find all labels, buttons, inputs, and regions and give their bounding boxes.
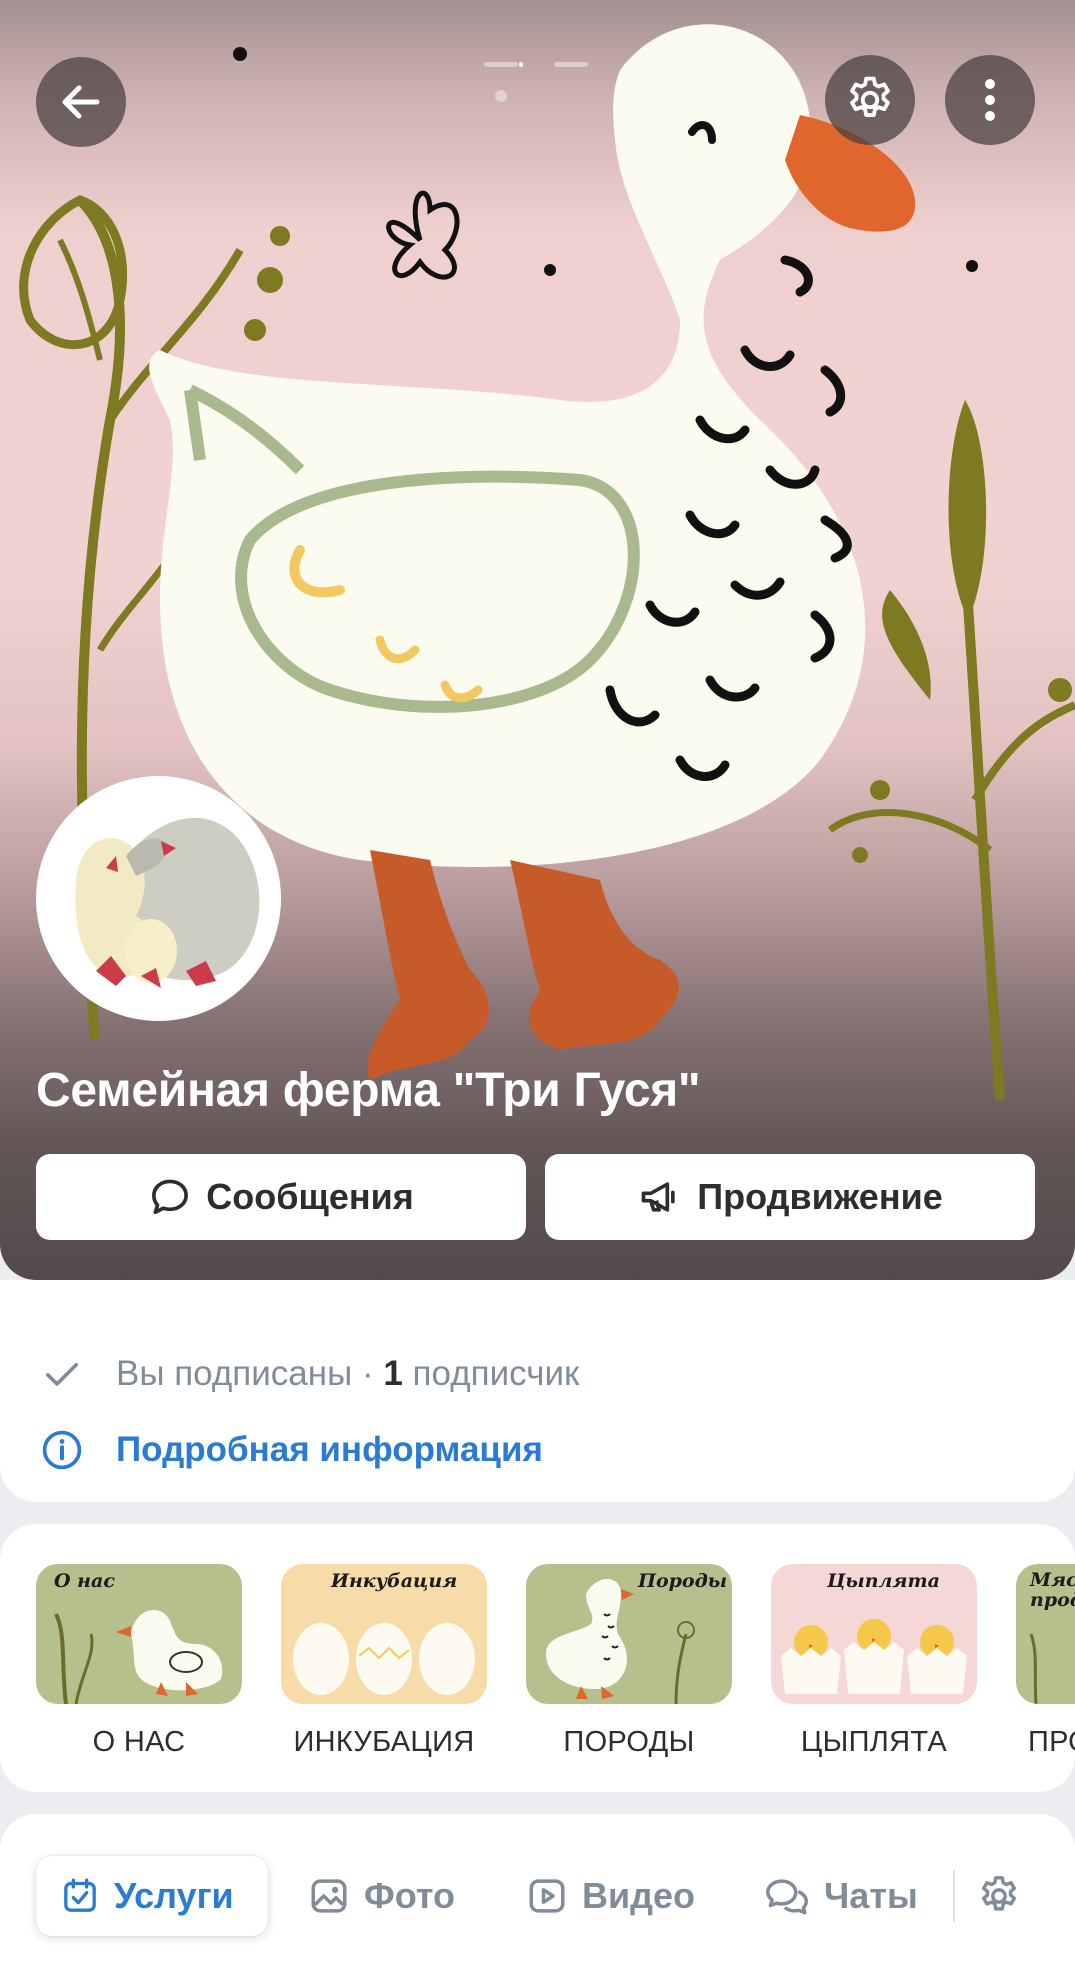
image-icon <box>311 1879 347 1913</box>
back-button[interactable] <box>36 57 126 147</box>
cover-dot <box>495 90 507 102</box>
highlight-thumb-title: Цыплята <box>827 1570 940 1592</box>
arrow-left-icon <box>62 85 100 119</box>
highlight-thumb: Цыплята <box>771 1564 977 1704</box>
community-page: Семейная ферма "Три Гуся" Сообщения Прод… <box>0 0 1075 1971</box>
chat-bubble-icon <box>152 1179 189 1215</box>
highlights-section: О нас О НАС Инкубация ИНКУБАЦИЯ Породы П… <box>0 1524 1075 1792</box>
highlight-thumb-title: Породы <box>638 1570 728 1592</box>
cover-image: Семейная ферма "Три Гуся" Сообщения Прод… <box>0 0 1075 1280</box>
highlight-thumb: Мяс прод <box>1016 1564 1075 1704</box>
highlight-thumb: Породы <box>526 1564 732 1704</box>
highlight-item[interactable]: Инкубация ИНКУБАЦИЯ <box>281 1564 487 1759</box>
info-icon <box>40 1428 84 1472</box>
tab-label: Услуги <box>114 1875 234 1916</box>
more-vertical-icon <box>985 79 995 121</box>
promote-button-label: Продвижение <box>697 1176 943 1217</box>
tab-videos[interactable]: Видео <box>526 1856 695 1936</box>
megaphone-icon <box>641 1182 675 1212</box>
highlight-caption: ПРО <box>1028 1726 1075 1758</box>
chats-icon <box>766 1879 808 1915</box>
tabs-settings-button[interactable] <box>976 1856 1022 1936</box>
highlight-caption: ПОРОДЫ <box>563 1726 695 1758</box>
settings-button[interactable] <box>825 55 915 145</box>
subscriber-count: 1 <box>383 1354 403 1393</box>
highlight-thumb: Инкубация <box>281 1564 487 1704</box>
highlight-item[interactable]: О нас О НАС <box>36 1564 242 1759</box>
subscription-status[interactable]: Вы подписаны · 1 подписчик <box>40 1352 579 1396</box>
tab-label: Видео <box>582 1875 695 1916</box>
more-button[interactable] <box>945 55 1035 145</box>
promote-button[interactable]: Продвижение <box>545 1154 1035 1240</box>
group-title: Семейная ферма "Три Гуся" <box>36 1064 701 1117</box>
gear-icon <box>850 76 890 117</box>
details-link-label: Подробная информация <box>116 1430 543 1469</box>
subscribed-text: Вы подписаны <box>116 1354 353 1393</box>
tab-label: Чаты <box>824 1875 918 1916</box>
gear-icon <box>981 1876 1017 1911</box>
details-link[interactable]: Подробная информация <box>40 1428 543 1472</box>
tabs-divider <box>953 1870 955 1922</box>
tab-photos[interactable]: Фото <box>308 1856 455 1936</box>
tab-chats[interactable]: Чаты <box>764 1856 918 1936</box>
calendar-check-icon <box>64 1878 96 1912</box>
messages-button[interactable]: Сообщения <box>36 1154 526 1240</box>
subscriber-word: подписчик <box>402 1354 580 1393</box>
content-tabs: Услуги Фото Видео Чаты <box>0 1814 1075 1971</box>
check-icon <box>40 1352 84 1396</box>
separator: · <box>352 1354 384 1393</box>
play-icon <box>529 1879 565 1913</box>
messages-button-label: Сообщения <box>206 1176 414 1217</box>
tab-services[interactable]: Услуги <box>36 1856 268 1936</box>
highlight-thumb-title: Инкубация <box>331 1570 458 1592</box>
group-avatar[interactable] <box>36 776 281 1021</box>
highlight-caption: ЦЫПЛЯТА <box>800 1726 948 1758</box>
highlight-caption: ИНКУБАЦИЯ <box>293 1726 475 1758</box>
highlight-thumb-title: Мяс прод <box>1030 1569 1075 1611</box>
highlight-caption: О НАС <box>92 1726 186 1758</box>
info-section: Вы подписаны · 1 подписчик Подробная инф… <box>0 1280 1075 1502</box>
geese-logo <box>75 817 260 988</box>
tab-label: Фото <box>364 1875 455 1916</box>
highlight-item[interactable]: Мяс прод ПРО <box>1016 1564 1075 1759</box>
highlight-thumb-title: О нас <box>54 1570 115 1592</box>
highlight-item[interactable]: Породы ПОРОДЫ <box>526 1564 732 1759</box>
highlight-thumb: О нас <box>36 1564 242 1704</box>
highlight-item[interactable]: Цыплята ЦЫПЛЯТА <box>771 1564 977 1759</box>
cover-page-indicator <box>484 62 588 67</box>
